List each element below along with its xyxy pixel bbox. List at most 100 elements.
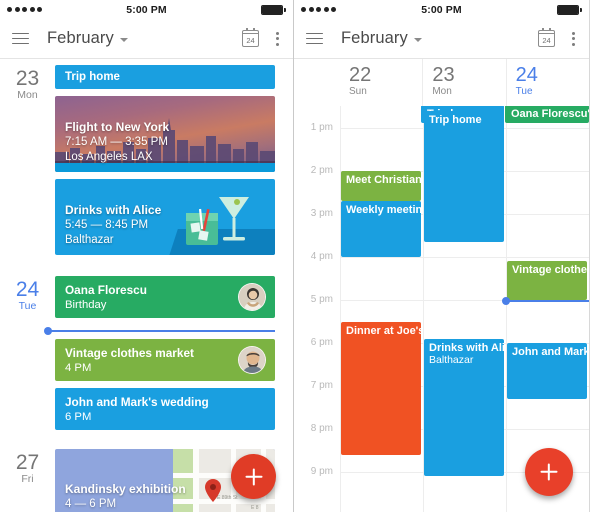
day-label-27: 27 Fri [0,443,55,512]
event-title: John and Mark's wedding [65,395,209,409]
event-text-block: Flight to New York 7:15 AM — 3:35 PM Los… [65,120,169,165]
week-event[interactable]: Meet Christian [341,171,421,202]
today-calendar-icon[interactable]: 24 [242,27,259,47]
hour-label: 2 pm [310,165,333,176]
schedule-list[interactable]: 23 Mon Trip home Flight to New York 7:15… [0,59,293,512]
event-flight-to-new-york[interactable]: Flight to New York 7:15 AM — 3:35 PM Los… [55,96,275,172]
status-bar: 5:00 PM [294,0,589,19]
app-bar: February 24 [294,19,589,59]
phone-schedule-view: 5:00 PM February 24 23 Mon Trip home Fli… [0,0,294,512]
chevron-down-icon[interactable] [413,38,422,42]
event-subtitle: Balthazar [429,354,474,367]
hamburger-menu-icon[interactable] [12,32,29,45]
event-title: Kandinsky exhibition [65,482,186,496]
svg-text:E 8: E 8 [251,505,259,511]
hour-label: 4 pm [310,251,333,262]
week-event[interactable]: Vintage clothes [507,261,587,300]
day-weekday: Mon [17,89,38,101]
hour-label: 7 pm [310,380,333,391]
status-bar: 5:00 PM [0,0,293,19]
hour-gridline [340,257,589,258]
day-group-23: 23 Mon Trip home Flight to New York 7:15… [0,59,293,262]
event-title: Vintage clothes market [65,346,194,360]
hour-label: 6 pm [310,337,333,348]
event-title: Drinks with Alice [429,341,504,354]
week-grid[interactable]: 1 pm 2 pm 3 pm 4 pm 5 pm 6 pm 7 pm 8 pm 9 pm Tri… [294,106,589,512]
event-title: Meet Christian [346,174,421,186]
day-number: 24 [15,278,40,301]
hour-label: 1 pm [310,122,333,133]
day-weekday: Fri [21,473,34,485]
event-title: Trip home [429,113,482,126]
event-title: John and Mark [512,346,587,358]
event-oana-florescu-birthday[interactable]: Oana Florescu Birthday [55,276,275,318]
column-gridline [506,106,507,512]
allday-event-oana-florescu[interactable]: Oana Florescu's [505,106,589,123]
page-title[interactable]: February [341,29,408,48]
event-time: 4 — 6 PM [65,498,117,510]
event-time: 4 PM [65,362,92,374]
current-time-indicator [506,300,589,302]
status-bar-time: 5:00 PM [126,3,167,16]
event-subtitle: Birthday [65,299,107,311]
day-weekday: Sun [349,86,367,97]
week-event[interactable]: John and Mark [507,343,587,399]
tumbler-glass-icon [186,208,218,245]
today-calendar-icon[interactable]: 24 [538,27,555,47]
week-column-header-22[interactable]: 22 Sun [340,59,422,106]
event-trip-home[interactable]: Trip home [55,65,275,89]
now-indicator-wrap [48,325,275,339]
event-location: Los Angeles LAX [65,151,153,163]
event-title: Oana Florescu [65,283,147,297]
svg-text:E 89th St: E 89th St [217,495,238,501]
event-vintage-clothes-market[interactable]: Vintage clothes market 4 PM [55,339,275,381]
day-weekday: Mon [432,86,452,97]
battery-icon [557,4,582,15]
day-number: 22 [349,64,372,86]
page-title[interactable]: February [47,29,114,48]
day-number: 24 [515,64,538,86]
hour-label: 5 pm [310,294,333,305]
chevron-down-icon[interactable] [119,38,128,42]
event-time: 7:15 AM — 3:35 PM [65,136,168,148]
kebab-menu-icon[interactable] [274,30,281,48]
event-time: 5:45 — 8:45 PM [65,219,149,231]
week-event[interactable]: Drinks with AliceBalthazar [424,338,504,477]
avatar [238,283,266,311]
event-text-block: Drinks with Alice 5:45 — 8:45 PM Balthaz… [65,203,161,248]
week-column-header-23[interactable]: 23 Mon [422,59,505,106]
phone-week-view: 5:00 PM February 24 22 Sun 23 Mon 24 Tue… [294,0,589,512]
event-title: Flight to New York [65,120,170,134]
week-event[interactable]: Weekly meeting [341,201,421,257]
event-location: Balthazar [65,234,114,246]
battery-icon [261,4,286,15]
day-weekday: Tue [18,300,37,312]
event-title: Drinks with Alice [65,203,162,217]
week-column-header-24[interactable]: 24 Tue [505,59,589,106]
hamburger-menu-icon[interactable] [306,32,323,45]
day-number: 27 [15,451,40,474]
avatar [238,346,266,374]
event-title: Oana Florescu's [511,108,589,120]
day-weekday: Tue [515,86,533,97]
day-number: 23 [432,64,455,86]
event-time: 6 PM [65,411,92,423]
add-event-fab[interactable] [525,448,573,496]
status-bar-time: 5:00 PM [421,3,462,16]
hour-label: 9 pm [310,466,333,477]
event-text-block: Kandinsky exhibition 4 — 6 PM [65,482,186,512]
event-john-and-marks-wedding[interactable]: John and Mark's wedding 6 PM [55,388,275,430]
hour-gutter: 1 pm 2 pm 3 pm 4 pm 5 pm 6 pm 7 pm 8 pm 9 pm [294,106,340,512]
add-event-fab[interactable] [231,454,276,499]
today-calendar-day: 24 [246,36,255,45]
day-events-23: Trip home Flight to New York 7:15 AM — 3… [55,59,293,262]
week-header: 22 Sun 23 Mon 24 Tue [294,59,589,106]
event-title: Weekly meeting [346,204,421,217]
event-title: Dinner at Joe's [346,324,421,337]
day-events-24: Oana Florescu Birthday Vintage clothes m… [48,270,293,437]
week-event[interactable]: Dinner at Joe's [341,321,421,455]
event-drinks-with-alice[interactable]: Drinks with Alice 5:45 — 8:45 PM Balthaz… [55,179,275,255]
week-event[interactable]: Trip home [424,110,504,242]
day-group-24: 24 Tue Oana Florescu Birthday Vintage cl… [0,270,293,437]
kebab-menu-icon[interactable] [570,30,577,48]
